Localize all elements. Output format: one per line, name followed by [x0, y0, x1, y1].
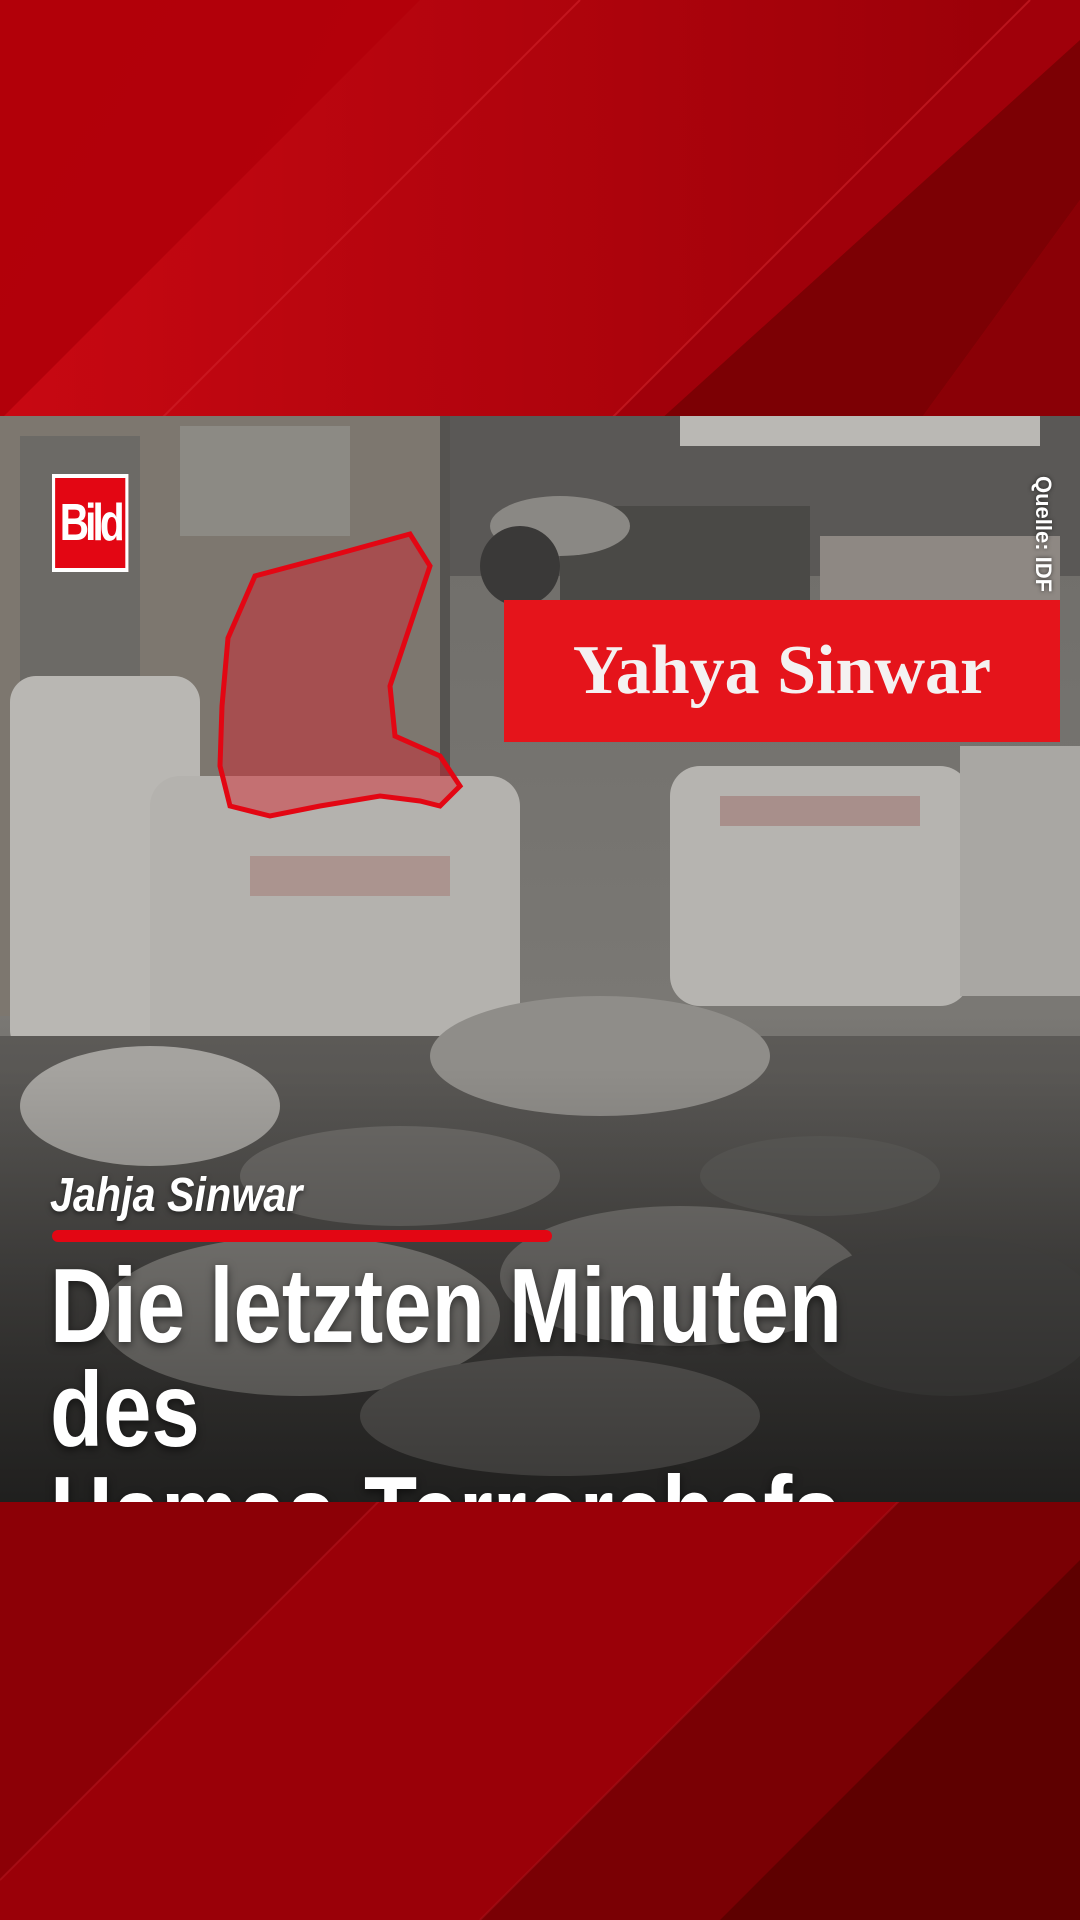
kicker-text: Jahja Sinwar	[50, 1169, 303, 1222]
headline: Die letzten Minuten des Hamas-Terrorchef…	[50, 1247, 993, 1502]
name-label-text: Yahya Sinwar	[572, 632, 992, 709]
headline-line-2: Hamas-Terrorchefs	[50, 1461, 993, 1502]
source-credit: Quelle: IDF	[1031, 476, 1056, 593]
bild-logo: Bild	[52, 474, 129, 572]
headline-line-1: Die letzten Minuten des	[50, 1247, 842, 1469]
bild-logo-text: Bild	[59, 494, 125, 552]
name-label-badge: Yahya Sinwar	[504, 600, 1060, 742]
video-frame[interactable]: Bild Quelle: IDF Yahya Sinwar Jahja Sinw…	[0, 416, 1080, 1502]
kicker-underline	[52, 1230, 552, 1242]
story-page: Bild Quelle: IDF Yahya Sinwar Jahja Sinw…	[0, 0, 1080, 1920]
